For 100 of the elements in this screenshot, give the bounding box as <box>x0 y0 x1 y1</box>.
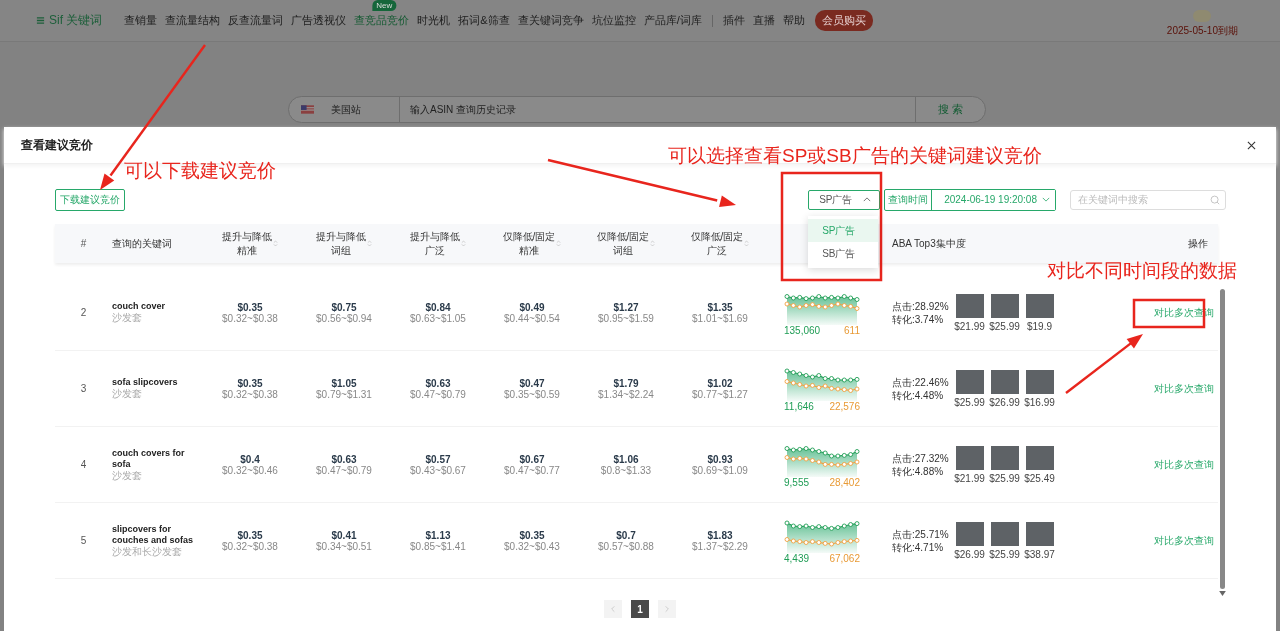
suggested-bid: $1.79 <box>613 377 639 389</box>
dropdown-option[interactable]: SB广告 <box>808 241 879 265</box>
nav-item[interactable]: 查关键词竞争 <box>513 13 588 28</box>
product-price: $21.99 <box>954 320 985 332</box>
keyword-translation: 沙发套 <box>112 312 142 324</box>
search-bar[interactable]: 美国站 输入ASIN 查询历史记录 搜 索 <box>288 96 986 123</box>
search-volume: 135,060 <box>784 325 821 336</box>
click-share: 点击:22.46% <box>892 375 950 389</box>
column-header[interactable]: 仅降低/固定 精准 <box>502 229 556 258</box>
ad-type-select[interactable]: SP广告 <box>808 189 881 210</box>
column-header[interactable]: 提升与降低 精准 <box>222 229 272 258</box>
photo-placeholder[interactable] <box>990 293 1019 318</box>
member-purchase-button[interactable]: 会员购买 <box>814 10 873 31</box>
click-share: 点击:28.92% <box>892 299 950 313</box>
search-rank: 611 <box>844 325 860 336</box>
conversion-share: 转化:4.71% <box>892 540 945 554</box>
compare-queries-link[interactable]: 对比多次查询 <box>1154 305 1214 320</box>
nav-item[interactable]: 拓词&筛查 <box>454 13 514 28</box>
bid-range: $0.47~$0.77 <box>504 464 560 476</box>
dropdown-option[interactable]: SP广告 <box>808 218 879 242</box>
conversion-share: 转化:4.48% <box>892 388 945 402</box>
nav-item[interactable]: 产品库/词库 <box>639 13 706 28</box>
nav-item[interactable]: 时光机 <box>413 13 455 28</box>
column-header: 操作 <box>1188 236 1208 251</box>
photo-placeholder[interactable] <box>955 521 984 546</box>
bid-range: $0.47~$0.79 <box>410 388 466 400</box>
suggested-bid: $0.35 <box>519 529 545 541</box>
photo-placeholder[interactable] <box>1025 293 1054 318</box>
nav-item[interactable]: 坑位监控 <box>587 13 640 28</box>
column-header[interactable]: 仅降低/固定 词组 <box>596 229 650 258</box>
close-icon[interactable] <box>1247 140 1256 150</box>
photo-placeholder[interactable] <box>990 521 1019 546</box>
suggested-bid: $0.35 <box>237 377 263 389</box>
bid-range: $0.32~$0.38 <box>222 388 278 400</box>
bid-range: $0.63~$1.05 <box>410 312 466 324</box>
compare-queries-link[interactable]: 对比多次查询 <box>1154 457 1214 472</box>
page-number[interactable]: 1 <box>631 600 649 618</box>
suggested-bid: $0.84 <box>425 301 451 313</box>
row-number: 4 <box>80 459 87 470</box>
photo-placeholder[interactable] <box>990 445 1019 470</box>
nav-item[interactable]: 查流量结构 <box>161 13 225 28</box>
photo-placeholder[interactable] <box>990 369 1019 394</box>
photo-placeholder[interactable] <box>955 293 984 318</box>
bid-range: $0.56~$0.94 <box>316 312 372 324</box>
bid-range: $0.32~$0.38 <box>222 540 278 552</box>
photo-placeholder[interactable] <box>1025 445 1054 470</box>
new-badge: New <box>372 0 397 11</box>
expiry-date: 2025-05-10到期 <box>1166 23 1238 38</box>
keyword-text: couch cover <box>112 301 166 312</box>
search-button[interactable]: 搜 索 <box>915 97 985 122</box>
product-price: $19.9 <box>1027 320 1052 332</box>
keyword-search-field[interactable]: 在关键词中搜索 <box>1070 189 1226 210</box>
photo-placeholder[interactable] <box>955 369 984 394</box>
search-icon <box>1210 194 1220 205</box>
nav-item[interactable]: 插件 <box>718 13 749 28</box>
keyword-text: slipcovers for couches and sofas <box>112 523 195 546</box>
click-share: 点击:25.71% <box>892 527 950 541</box>
compare-queries-link[interactable]: 对比多次查询 <box>1154 381 1214 396</box>
product-price: $38.97 <box>1024 548 1055 560</box>
nav-item[interactable]: 直播 <box>748 13 779 28</box>
nav-item[interactable]: 广告透视仪 <box>287 13 351 28</box>
product-price: $25.99 <box>989 472 1020 484</box>
row-number: 2 <box>80 307 87 318</box>
row-number: 5 <box>80 535 87 546</box>
product-price: $25.49 <box>1024 472 1055 484</box>
column-header[interactable]: 提升与降低 词组 <box>316 229 366 258</box>
search-rank: 67,062 <box>829 553 860 564</box>
suggested-bid: $0.47 <box>519 377 545 389</box>
bid-range: $0.85~$1.41 <box>410 540 466 552</box>
photo-placeholder[interactable] <box>1025 369 1054 394</box>
download-button[interactable]: 下载建议竞价 <box>55 188 125 211</box>
bid-range: $0.43~$0.67 <box>410 464 466 476</box>
suggested-bid: $1.35 <box>707 301 733 313</box>
nav-item[interactable]: 查竞品竞价 <box>350 13 414 28</box>
scrollbar[interactable] <box>1220 289 1225 589</box>
bid-range: $0.44~$0.54 <box>504 312 560 324</box>
bid-range: $1.01~$1.69 <box>692 312 748 324</box>
bid-range: $0.77~$1.27 <box>692 388 748 400</box>
compare-queries-link[interactable]: 对比多次查询 <box>1154 533 1214 548</box>
bid-range: $0.35~$0.59 <box>504 388 560 400</box>
bid-range: $0.34~$0.51 <box>316 540 372 552</box>
site-selector[interactable]: 美国站 <box>314 97 400 122</box>
suggested-bid: $1.06 <box>613 453 639 465</box>
nav-item[interactable]: 查销量 <box>120 13 162 28</box>
product-price: $16.99 <box>1024 396 1055 408</box>
scroll-down-icon[interactable] <box>1219 591 1226 596</box>
product-price: $21.99 <box>954 472 985 484</box>
nav-item[interactable]: 帮助 <box>778 13 809 28</box>
bid-range: $0.69~$1.09 <box>692 464 748 476</box>
nav-item[interactable]: 反查流量词 <box>224 13 288 28</box>
suggested-bid: $0.35 <box>237 529 263 541</box>
suggested-bid: $0.57 <box>425 453 451 465</box>
asin-search-field[interactable]: 输入ASIN 查询历史记录 <box>400 103 915 116</box>
column-header[interactable]: 仅降低/固定 广泛 <box>690 229 744 258</box>
photo-placeholder[interactable] <box>955 445 984 470</box>
suggested-bid: $0.7 <box>616 529 636 541</box>
bid-range: $0.32~$0.46 <box>222 464 278 476</box>
photo-placeholder[interactable] <box>1025 521 1054 546</box>
column-header[interactable]: 提升与降低 广泛 <box>410 229 460 258</box>
modal-title: 查看建议竞价 <box>21 136 93 154</box>
